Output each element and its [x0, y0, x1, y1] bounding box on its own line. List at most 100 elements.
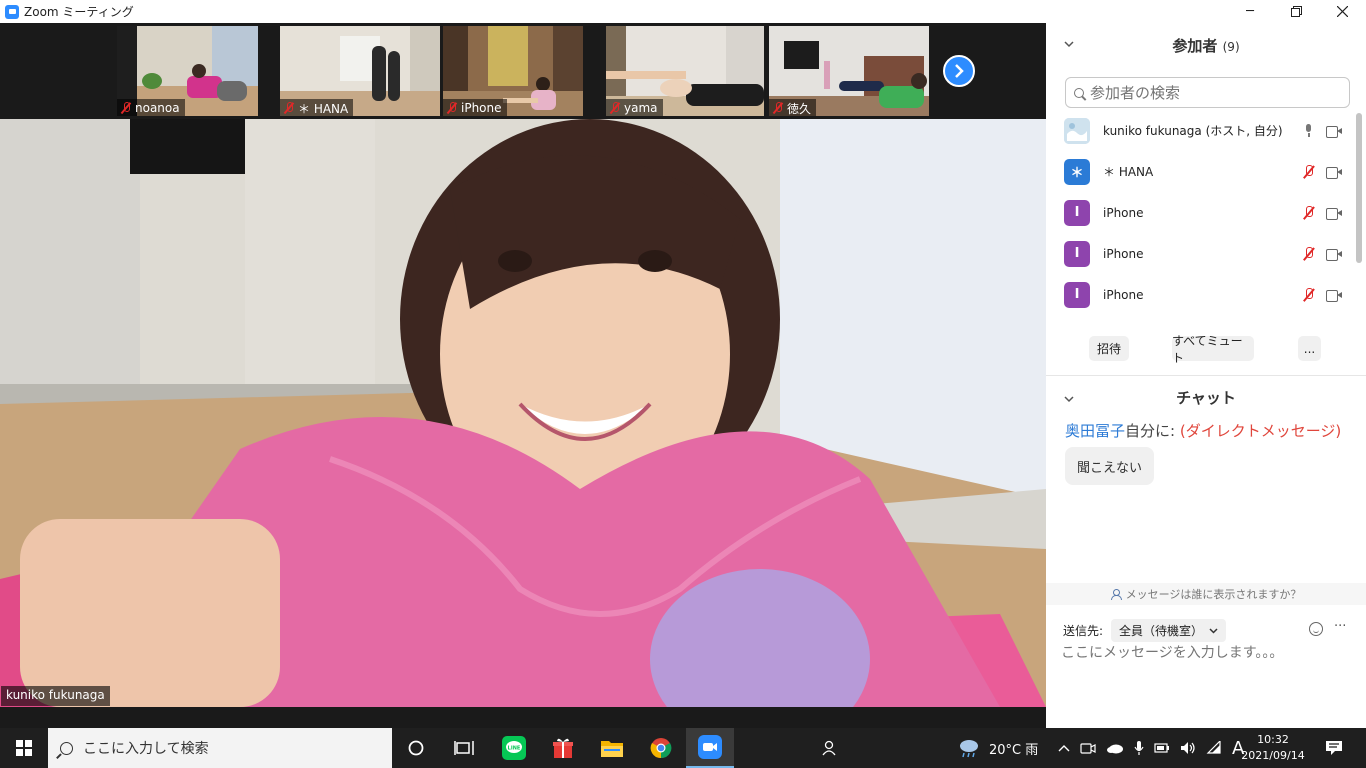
thumbnail-video[interactable]: ＊ HANA — [280, 26, 440, 116]
mic-icon[interactable] — [1303, 123, 1315, 138]
thumbnail-video[interactable]: yama — [606, 26, 764, 116]
video-camera-icon[interactable] — [1326, 289, 1342, 302]
direct-message-tag: (ダイレクトメッセージ) — [1179, 422, 1342, 440]
mute-all-button[interactable]: すべてミュート — [1172, 334, 1254, 365]
notification-center-button[interactable] — [1310, 728, 1358, 768]
video-camera-icon[interactable] — [1326, 125, 1342, 138]
cortana-button[interactable] — [392, 728, 440, 768]
thumbnail-video[interactable]: noanoa — [117, 26, 258, 116]
chevron-up-icon[interactable] — [1058, 743, 1070, 753]
divider — [1046, 375, 1366, 376]
thumbnail-video[interactable]: 徳久 — [769, 26, 929, 116]
thumbnail-video[interactable]: iPhone — [443, 26, 583, 116]
chrome-button[interactable] — [637, 728, 685, 768]
gift-icon — [553, 738, 573, 758]
muted-mic-icon[interactable] — [1302, 287, 1316, 302]
zoom-app-button[interactable] — [686, 728, 734, 768]
participant-row[interactable]: ＊ ＊ HANA — [1046, 151, 1356, 192]
taskbar: ここに入力して検索 LINE 20°C 雨 A 10:32 2021/09/14 — [0, 728, 1366, 768]
participant-row[interactable]: I iPhone — [1046, 192, 1356, 233]
task-view-button[interactable] — [440, 728, 488, 768]
notification-icon — [1326, 741, 1342, 755]
muted-mic-icon — [773, 102, 783, 114]
close-button[interactable] — [1319, 0, 1365, 23]
gift-app-button[interactable] — [539, 728, 587, 768]
maximize-button[interactable] — [1273, 0, 1319, 23]
start-button[interactable] — [0, 728, 48, 768]
avatar: I — [1064, 199, 1090, 226]
muted-mic-icon — [121, 102, 131, 114]
chrome-icon — [650, 738, 672, 759]
avatar: ＊ — [1064, 158, 1090, 185]
video-stage: noanoa ＊ HANA iPhone yama 徳久 kuniko fuku… — [0, 23, 1046, 729]
clock[interactable]: 10:32 2021/09/14 — [1240, 732, 1306, 764]
participant-row[interactable]: I iPhone — [1046, 274, 1356, 315]
video-camera-icon[interactable] — [1326, 248, 1342, 261]
chat-message-bubble: 聞こえない — [1065, 447, 1155, 485]
chat-title: チャット — [1176, 389, 1236, 407]
video-camera-icon[interactable] — [1326, 166, 1342, 179]
weather-widget[interactable]: 20°C 雨 — [957, 728, 1038, 768]
chat-sender[interactable]: 奥田冨子 — [1065, 422, 1125, 440]
thumbnail-name: 徳久 — [769, 99, 817, 116]
search-icon — [60, 741, 73, 755]
invite-button[interactable]: 招待 — [1089, 336, 1129, 361]
onedrive-icon[interactable] — [1106, 742, 1124, 754]
send-to-dropdown[interactable]: 全員（待機室） — [1111, 619, 1227, 642]
side-panel: 参加者 (9) kuniko fukunaga (ホスト, 自分) ＊ ＊ HA… — [1046, 23, 1366, 729]
send-to-label: 送信先: — [1063, 624, 1104, 638]
avatar — [1064, 117, 1090, 144]
participants-title: 参加者 (9) — [1172, 37, 1240, 55]
meet-now-icon[interactable] — [1080, 741, 1096, 755]
video-camera-icon[interactable] — [1326, 207, 1342, 220]
avatar: I — [1064, 281, 1090, 308]
muted-mic-icon[interactable] — [1302, 164, 1316, 179]
zoom-logo-icon — [5, 4, 19, 19]
thumbnail-strip: noanoa ＊ HANA iPhone yama 徳久 — [0, 23, 1046, 119]
muted-mic-icon[interactable] — [1302, 246, 1316, 261]
participant-name: iPhone — [1103, 205, 1144, 220]
restore-icon — [1290, 6, 1302, 17]
chevron-down-icon — [1209, 627, 1218, 634]
participants-scrollbar[interactable] — [1356, 113, 1362, 263]
participant-search-input[interactable] — [1090, 83, 1330, 102]
zoom-icon — [698, 735, 722, 759]
chat-message-header: 奥田冨子自分に: (ダイレクトメッセージ) — [1065, 420, 1341, 441]
thumbnail-name: iPhone — [443, 99, 507, 116]
participant-row[interactable]: I iPhone — [1046, 233, 1356, 274]
participant-row[interactable]: kuniko fukunaga (ホスト, 自分) — [1046, 110, 1356, 151]
chat-more-icon[interactable]: ··· — [1334, 619, 1346, 634]
clock-time: 10:32 — [1257, 733, 1289, 746]
system-tray: A — [1058, 728, 1244, 768]
participant-name: iPhone — [1103, 246, 1144, 261]
next-page-button[interactable] — [943, 55, 975, 87]
wifi-icon[interactable] — [1206, 741, 1222, 755]
participant-name: ＊ HANA — [1103, 165, 1154, 179]
people-icon — [822, 740, 836, 756]
clock-date: 2021/09/14 — [1241, 749, 1305, 762]
message-visibility-link[interactable]: メッセージは誰に表示されますか？ — [1046, 583, 1366, 605]
file-explorer-button[interactable] — [588, 728, 636, 768]
participant-search-field[interactable] — [1065, 77, 1350, 108]
minimize-button[interactable]: ─ — [1227, 0, 1273, 23]
battery-icon[interactable] — [1154, 742, 1170, 754]
muted-mic-icon — [447, 102, 457, 114]
svg-text:LINE: LINE — [508, 746, 521, 752]
muted-mic-icon[interactable] — [1302, 205, 1316, 220]
line-app-button[interactable]: LINE — [490, 728, 538, 768]
weather-text: 20°C 雨 — [989, 742, 1039, 758]
microphone-icon[interactable] — [1134, 740, 1144, 756]
visibility-text: メッセージは誰に表示されますか？ — [1125, 588, 1302, 601]
send-to-row: 送信先: 全員（待機室） — [1063, 619, 1227, 642]
participant-name: kuniko fukunaga (ホスト, 自分) — [1103, 124, 1283, 138]
muted-mic-icon — [610, 102, 620, 114]
chat-message-input[interactable] — [1061, 645, 1351, 661]
people-button[interactable] — [805, 728, 853, 768]
taskbar-search-placeholder: ここに入力して検索 — [83, 741, 209, 757]
volume-icon[interactable] — [1180, 741, 1196, 755]
active-speaker-video[interactable] — [0, 119, 1046, 707]
more-options-button[interactable]: ... — [1298, 336, 1321, 361]
emoji-icon[interactable] — [1309, 622, 1323, 636]
taskbar-search-box[interactable]: ここに入力して検索 — [48, 728, 392, 768]
muted-mic-icon — [284, 102, 294, 114]
